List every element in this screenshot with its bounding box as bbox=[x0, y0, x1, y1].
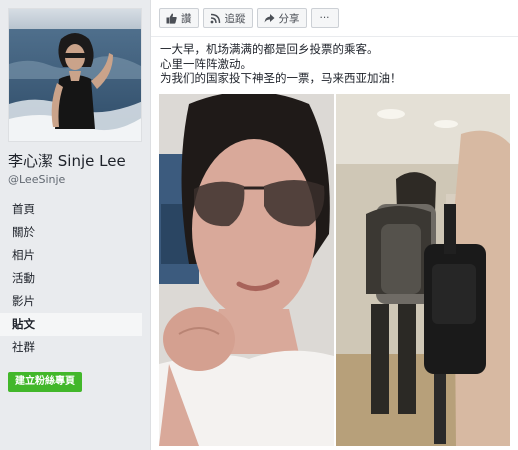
page-name[interactable]: 李心潔 Sinje Lee bbox=[8, 152, 126, 170]
follow-button[interactable]: 追蹤 bbox=[202, 8, 253, 28]
thumbs-up-icon bbox=[166, 13, 177, 24]
create-page-button[interactable]: 建立粉絲專頁 bbox=[8, 372, 82, 392]
page-nav: 首頁 關於 相片 活動 影片 貼文 社群 bbox=[0, 198, 150, 359]
nav-item-events[interactable]: 活動 bbox=[0, 267, 142, 290]
like-label: 讚 bbox=[181, 12, 192, 25]
nav-item-photos[interactable]: 相片 bbox=[0, 244, 142, 267]
nav-item-posts[interactable]: 貼文 bbox=[0, 313, 142, 336]
share-button[interactable]: 分享 bbox=[256, 8, 307, 28]
like-button[interactable]: 讚 bbox=[159, 8, 199, 28]
rss-icon bbox=[210, 13, 221, 24]
nav-item-home[interactable]: 首頁 bbox=[0, 198, 142, 221]
post-line: 一大早，机场满满的都是回乡投票的乘客。 bbox=[160, 42, 379, 56]
more-options-button[interactable]: ··· bbox=[310, 8, 339, 28]
post-text: 一大早，机场满满的都是回乡投票的乘客。 心里一阵阵激动。 为我们的国家投下神圣的… bbox=[160, 42, 510, 86]
post-card: 讚 追蹤 分享 ··· 一大早，机场满满的都是回乡投票的乘客。 心里一阵阵激动。… bbox=[150, 0, 518, 450]
post-photo-selfie[interactable] bbox=[159, 94, 334, 446]
follow-label: 追蹤 bbox=[224, 12, 246, 25]
action-bar: 讚 追蹤 分享 ··· bbox=[159, 8, 339, 30]
share-label: 分享 bbox=[278, 12, 300, 25]
post-line: 为我们的国家投下神圣的一票，马来西亚加油！ bbox=[160, 71, 402, 85]
share-arrow-icon bbox=[264, 13, 275, 24]
page-handle[interactable]: @LeeSinje bbox=[8, 173, 65, 187]
nav-item-about[interactable]: 關於 bbox=[0, 221, 142, 244]
divider bbox=[151, 36, 518, 37]
nav-item-videos[interactable]: 影片 bbox=[0, 290, 142, 313]
post-line: 心里一阵阵激动。 bbox=[160, 56, 252, 71]
left-sidebar: 李心潔 Sinje Lee @LeeSinje 首頁 關於 相片 活動 影片 貼… bbox=[0, 0, 150, 450]
post-photo-airport[interactable] bbox=[336, 94, 510, 446]
profile-picture[interactable] bbox=[8, 8, 142, 142]
nav-item-community[interactable]: 社群 bbox=[0, 336, 142, 359]
